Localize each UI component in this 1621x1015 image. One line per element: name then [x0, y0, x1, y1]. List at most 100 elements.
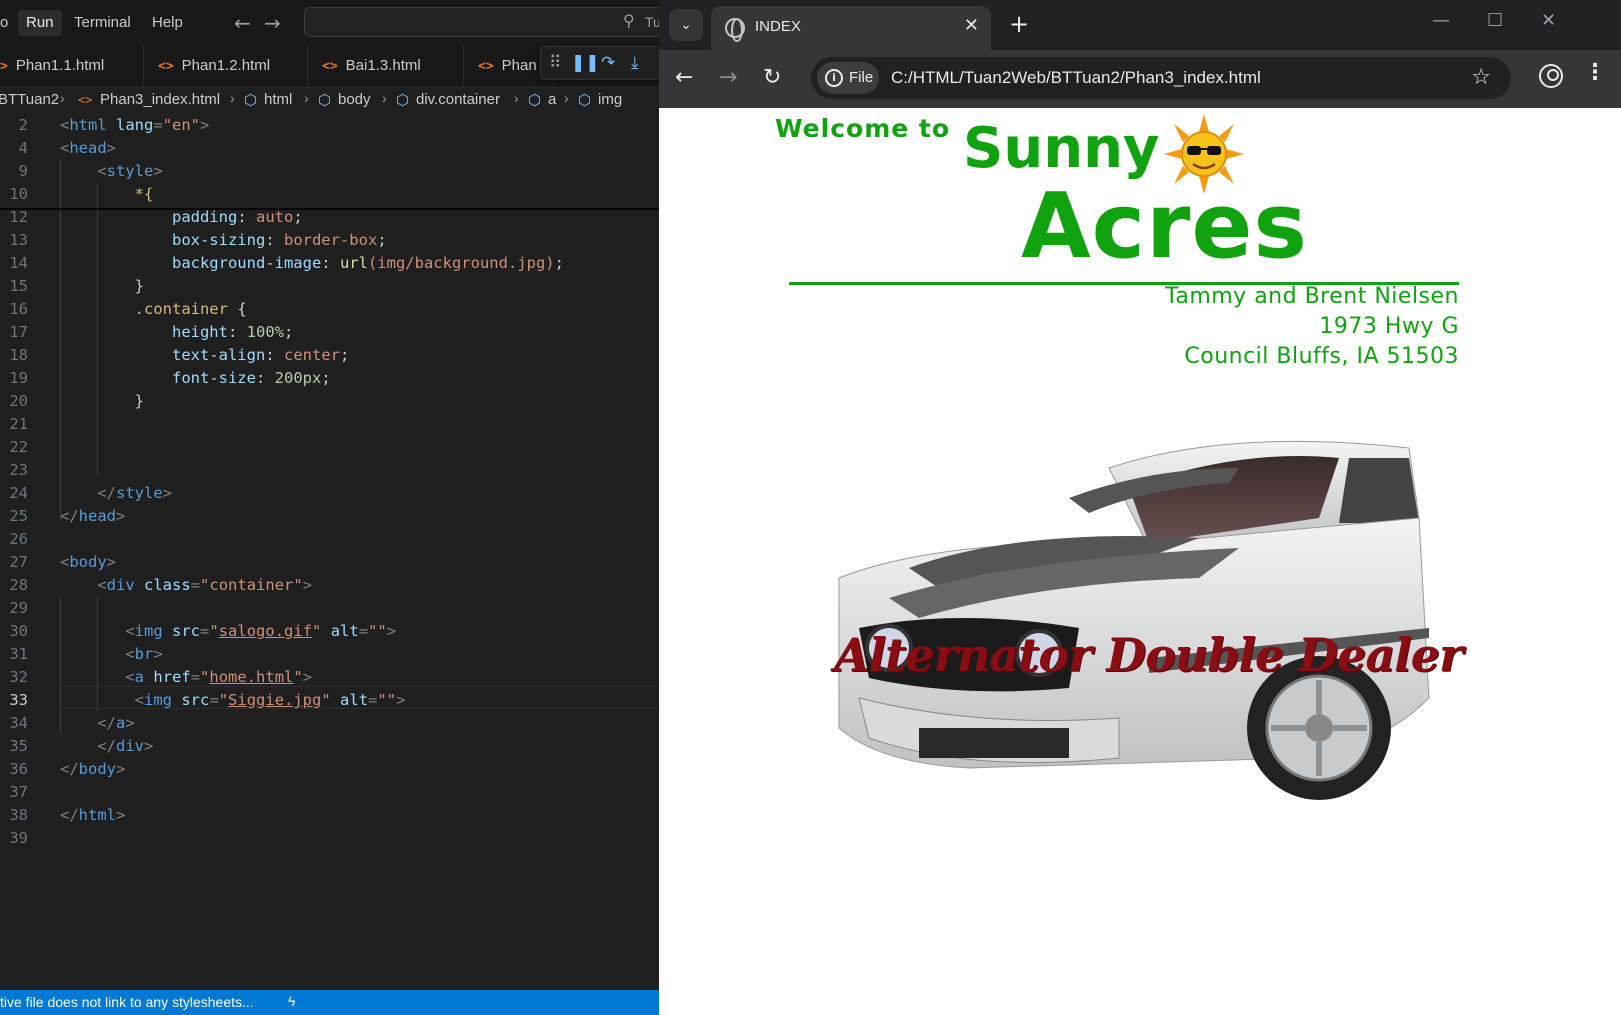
code-token: br — [134, 645, 154, 663]
line-number: 32 — [9, 668, 28, 686]
car-caption-text: Alternator Double Dealer — [834, 628, 1463, 682]
line-number: 22 — [9, 438, 28, 456]
new-tab-plus-icon[interactable]: + — [1009, 10, 1029, 38]
line-number: 34 — [9, 714, 28, 732]
line-number: 28 — [9, 576, 28, 594]
editor-tab[interactable]: > Phan1.1.html — [0, 44, 144, 88]
breadcrumb-folder[interactable]: BTTuan2 — [0, 91, 59, 108]
code-token[interactable]: salogo.gif — [219, 622, 312, 640]
code-line: 10 *{ — [0, 183, 659, 206]
browser-window: ⌄ INDEX ✕ + — ☐ ✕ ← → ↻ i File C:/HTML/T… — [659, 0, 1621, 1015]
browser-tab[interactable]: INDEX ✕ — [711, 6, 991, 50]
code-token: html — [78, 806, 116, 824]
code-token[interactable]: home.html — [209, 668, 293, 686]
code-line: 28 <div class="container"> — [0, 574, 659, 597]
code-token: style — [106, 162, 154, 180]
code-token[interactable]: Siggie.jpg — [228, 691, 321, 709]
address-bar[interactable]: i File C:/HTML/Tuan2Web/BTTuan2/Phan3_in… — [811, 57, 1511, 99]
code-token: (img/background.jpg) — [367, 254, 555, 272]
reload-icon[interactable]: ↻ — [763, 65, 781, 90]
code-line: 14 background-image: url(img/background.… — [0, 252, 659, 275]
step-into-icon[interactable]: ⤓ — [631, 53, 639, 73]
code-token: class — [144, 576, 191, 594]
street-address-text: 1973 Hwy G — [1319, 314, 1459, 339]
minimize-icon[interactable]: — — [1432, 10, 1450, 31]
car-image[interactable] — [819, 428, 1439, 808]
info-icon: i — [825, 69, 843, 87]
line-number: 39 — [9, 829, 28, 847]
code-line: 16 .container { — [0, 298, 659, 321]
code-line: 25 </head> — [0, 505, 659, 528]
editor-tab[interactable]: <> Bai1.3.html — [308, 44, 464, 88]
code-token: *{ — [134, 185, 154, 203]
code-token: .container — [134, 300, 228, 318]
code-token: img — [134, 622, 163, 640]
drag-handle-icon[interactable]: ⠿ — [549, 53, 561, 73]
menu-help[interactable]: Help — [144, 10, 191, 36]
chevron-right-icon: › — [304, 90, 309, 106]
code-line: 9 <style> — [0, 160, 659, 183]
more-menu-icon[interactable]: ⋮ — [1584, 60, 1606, 85]
code-token: src — [181, 691, 210, 709]
code-line: 13 box-sizing: border-box; — [0, 229, 659, 252]
chevron-right-icon: › — [564, 90, 569, 106]
code-token: src — [172, 622, 201, 640]
line-number: 25 — [9, 507, 28, 525]
forward-arrow-icon[interactable]: → — [264, 11, 281, 35]
menu-item-partial[interactable]: o — [0, 10, 16, 36]
code-line: 34 </a> — [0, 712, 659, 735]
lightning-icon[interactable]: ϟ — [288, 993, 295, 1009]
code-line: 2 <html lang="en"> — [0, 114, 659, 137]
step-over-icon[interactable]: ↷ — [601, 53, 615, 73]
site-info-chip[interactable]: i File — [817, 62, 879, 94]
line-number: 18 — [9, 346, 28, 364]
bookmark-star-icon[interactable]: ☆ — [1471, 65, 1491, 90]
back-arrow-icon[interactable]: ← — [234, 11, 251, 35]
breadcrumb-item[interactable]: img — [598, 91, 622, 108]
tab-search-chevron-icon[interactable]: ⌄ — [669, 9, 703, 41]
menu-run[interactable]: Run — [18, 10, 62, 36]
editor-tab[interactable]: <> Phan1.2.html — [144, 44, 308, 88]
code-token: alt — [340, 691, 369, 709]
line-number: 21 — [9, 415, 28, 433]
code-token: body — [69, 553, 107, 571]
breadcrumb-item[interactable]: div.container — [416, 91, 500, 108]
line-number: 24 — [9, 484, 28, 502]
chevron-right-icon: › — [514, 90, 519, 106]
code-token: { — [237, 300, 247, 318]
breadcrumb-file[interactable]: Phan3_index.html — [100, 91, 220, 108]
code-token: auto — [255, 208, 294, 226]
status-message[interactable]: tive file does not link to any styleshee… — [0, 994, 254, 1010]
code-token: lang — [116, 116, 154, 134]
code-line: 31 <br> — [0, 643, 659, 666]
menu-terminal[interactable]: Terminal — [66, 10, 139, 36]
city-address-text: Council Bluffs, IA 51503 — [1184, 344, 1459, 369]
owners-text: Tammy and Brent Nielsen — [1165, 284, 1459, 309]
forward-arrow-icon[interactable]: → — [719, 65, 737, 90]
breadcrumb-item[interactable]: html — [264, 91, 292, 108]
sticky-scroll-divider — [0, 208, 659, 210]
maximize-icon[interactable]: ☐ — [1487, 10, 1503, 31]
code-line: 33 <img src="Siggie.jpg" alt=""> — [0, 689, 659, 712]
close-window-icon[interactable]: ✕ — [1541, 10, 1556, 31]
line-number: 17 — [9, 323, 28, 341]
code-area[interactable]: 2 <html lang="en"> 4 <head> 9 <style> 10 *… — [0, 114, 659, 984]
back-arrow-icon[interactable]: ← — [675, 65, 693, 90]
editor-tab-label: Phan1.2.html — [181, 57, 271, 74]
breadcrumb: BTTuan2 › <> Phan3_index.html › ⬡ html ›… — [0, 88, 659, 114]
code-token: alt — [330, 622, 359, 640]
chevron-right-icon: › — [382, 90, 387, 106]
element-cube-icon: ⬡ — [396, 92, 410, 109]
breadcrumb-item[interactable]: body — [338, 91, 371, 108]
breadcrumb-item[interactable]: a — [548, 91, 556, 108]
code-token: html — [69, 116, 107, 134]
command-center-search[interactable]: ⚲ Tu — [304, 7, 659, 37]
close-tab-icon[interactable]: ✕ — [964, 15, 979, 36]
line-number: 31 — [9, 645, 28, 663]
editor-tab-label: Bai1.3.html — [345, 57, 421, 74]
url-text[interactable]: C:/HTML/Tuan2Web/BTTuan2/Phan3_index.htm… — [891, 68, 1261, 88]
command-center-text: Tu — [645, 14, 659, 30]
line-number: 29 — [9, 599, 28, 617]
pause-icon[interactable]: ❚❚ — [571, 53, 600, 73]
profile-icon[interactable] — [1539, 64, 1563, 88]
